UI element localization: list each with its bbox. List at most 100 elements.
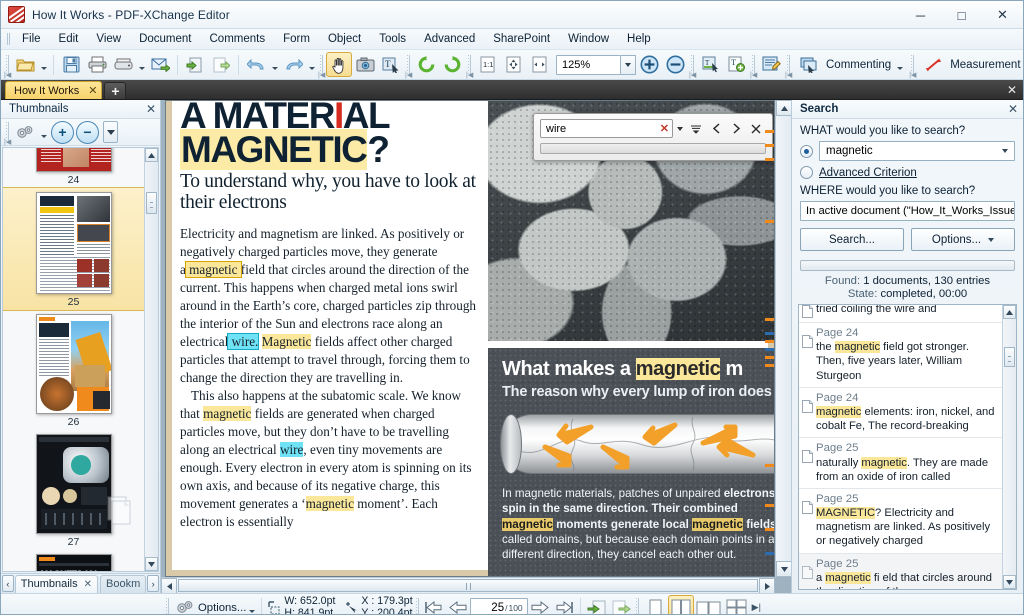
export-button[interactable]	[208, 52, 234, 77]
commenting-toolbar-group[interactable]: Commenting	[793, 52, 908, 77]
search-results-scrollbar[interactable]	[1002, 305, 1016, 589]
thumbnails-scroll-thumb[interactable]	[146, 192, 157, 214]
find-previous-button[interactable]	[706, 119, 726, 138]
search-simple-radio[interactable]	[800, 144, 813, 158]
redo-dropdown[interactable]	[306, 52, 317, 77]
statusbar-options-label[interactable]: Options...	[198, 602, 246, 614]
menu-form[interactable]: Form	[274, 31, 319, 47]
chevron-down-icon[interactable]	[673, 127, 686, 131]
menubar-grip[interactable]	[5, 31, 13, 47]
redo-button[interactable]	[280, 52, 306, 77]
measurement-icon[interactable]	[920, 52, 946, 77]
document-tab-close-icon[interactable]: ✕	[88, 84, 97, 97]
menu-window[interactable]: Window	[559, 31, 618, 47]
search-scope-dropdown[interactable]: In active document ("How_It_Works_Issue_	[800, 201, 1015, 221]
statusbar-options-icon[interactable]	[172, 595, 198, 614]
menu-comments[interactable]: Comments	[201, 31, 275, 47]
first-page-button[interactable]	[422, 597, 446, 614]
last-page-button[interactable]	[552, 597, 576, 614]
select-text-tool-button[interactable]: T	[378, 52, 404, 77]
fit-page-button[interactable]	[500, 52, 526, 77]
thumbnails-zoom-in-button[interactable]: +	[51, 120, 74, 144]
add-text-button[interactable]: T	[697, 52, 723, 77]
document-tab[interactable]: How It Works ✕	[5, 81, 103, 99]
toolbar-grip-3[interactable]: |◀	[404, 52, 413, 79]
panel-tabs-next-arrow[interactable]: ›	[147, 575, 159, 592]
next-page-button[interactable]	[528, 597, 552, 614]
search-result-item[interactable]: Page 25 a magnetic fi eld that circles a…	[799, 553, 1002, 589]
save-button[interactable]	[58, 52, 84, 77]
menu-advanced[interactable]: Advanced	[415, 31, 484, 47]
thumbnails-toolbar-grip[interactable]: |◀	[3, 119, 12, 146]
zoom-out-button[interactable]	[662, 52, 688, 77]
zoom-level-dropdown[interactable]	[621, 54, 636, 75]
email-button[interactable]	[147, 52, 173, 77]
thumbnails-scrollbar[interactable]	[144, 148, 158, 571]
document-view[interactable]: A MATERIAL MAGNETIC? To understand why, …	[161, 100, 791, 593]
search-query-input[interactable]: magnetic	[819, 141, 1015, 161]
menu-tools[interactable]: Tools	[370, 31, 415, 47]
search-options-button[interactable]: Options...	[911, 228, 1015, 251]
two-page-view-button[interactable]	[667, 595, 694, 614]
thumbnails-options-dropdown[interactable]	[38, 120, 49, 145]
search-result-item[interactable]: Page 24 the magnetic field got stronger.…	[799, 323, 1002, 388]
thumbnails-scroll-down-arrow[interactable]	[145, 557, 158, 571]
document-scroll-down-arrow[interactable]	[776, 561, 791, 577]
search-results-list[interactable]: tried coiling the wire and Page 24 the m…	[798, 304, 1017, 590]
menu-file[interactable]: File	[13, 31, 50, 47]
thumbnail-item[interactable]: 25	[3, 187, 144, 311]
search-result-item[interactable]: Page 25 naturally magnetic. They are mad…	[799, 438, 1002, 489]
toolbar-grip-6[interactable]: |◀	[749, 52, 758, 79]
page-number-input[interactable]: 25 / 100	[469, 597, 528, 614]
statusbar-overflow-icon[interactable]: ▶|	[752, 602, 761, 613]
find-options-icon[interactable]	[686, 119, 706, 138]
pdf-page[interactable]: A MATERIAL MAGNETIC? To understand why, …	[165, 100, 775, 577]
results-scroll-thumb[interactable]	[1004, 347, 1015, 367]
sticky-note-button[interactable]	[758, 52, 784, 77]
tabstrip-close-icon[interactable]: ✕	[1007, 83, 1017, 97]
minimize-button[interactable]: ─	[900, 1, 941, 29]
panel-tabs-prev-arrow[interactable]: ‹	[2, 575, 14, 592]
search-advanced-radio[interactable]	[800, 166, 813, 179]
print-setup-button[interactable]	[110, 52, 136, 77]
open-dropdown[interactable]	[38, 52, 49, 77]
toolbar-grip-2[interactable]: |◀	[317, 52, 326, 79]
thumbnails-scroll-up-arrow[interactable]	[145, 148, 158, 162]
maximize-button[interactable]: □	[941, 1, 982, 29]
rotate-left-button[interactable]	[413, 52, 439, 77]
grid-view-button[interactable]	[724, 595, 750, 614]
toolbar-grip-7[interactable]: |◀	[784, 52, 793, 79]
new-tab-button[interactable]: +	[104, 82, 127, 99]
measurement-toolbar-group[interactable]: Measurement	[917, 52, 1023, 77]
previous-view-button[interactable]	[585, 597, 609, 614]
search-button[interactable]: Search...	[800, 228, 904, 251]
statusbar-options-dropdown[interactable]	[246, 595, 257, 614]
advanced-criterion-link[interactable]: Advanced Criterion	[819, 167, 917, 179]
menu-edit[interactable]: Edit	[50, 31, 88, 47]
results-scroll-up-arrow[interactable]	[1003, 305, 1016, 319]
hand-tool-button[interactable]	[326, 52, 352, 77]
find-input[interactable]: wire ✕	[540, 119, 673, 138]
document-vertical-scrollbar[interactable]	[775, 100, 791, 577]
search-result-item[interactable]: tried coiling the wire and	[799, 305, 1002, 323]
search-result-item[interactable]: Page 24 magnetic elements: iron, nickel,…	[799, 388, 1002, 439]
menu-view[interactable]: View	[87, 31, 130, 47]
undo-button[interactable]	[243, 52, 269, 77]
statusbar-grip-1[interactable]: |◀	[163, 595, 172, 614]
find-next-button[interactable]	[726, 119, 746, 138]
thumbnail-item[interactable]: 24	[3, 148, 144, 188]
toolbar-grip-5[interactable]: |◀	[688, 52, 697, 79]
previous-page-button[interactable]	[446, 597, 470, 614]
document-scroll-left-arrow[interactable]	[161, 578, 177, 593]
print-setup-dropdown[interactable]	[136, 52, 147, 77]
search-panel-close-icon[interactable]: ✕	[1008, 102, 1018, 116]
tab-thumbnails-close-icon[interactable]: ✕	[84, 579, 92, 590]
zoom-level-input[interactable]: 125%	[556, 54, 621, 75]
open-button[interactable]	[12, 52, 38, 77]
close-button[interactable]: ✕	[982, 1, 1023, 29]
search-advanced-row[interactable]: Advanced Criterion	[800, 166, 1015, 179]
gears-icon[interactable]	[12, 120, 38, 145]
import-button[interactable]	[182, 52, 208, 77]
toolbar-grip-1[interactable]: |◀	[3, 52, 12, 79]
document-scroll-up-arrow[interactable]	[776, 100, 791, 116]
